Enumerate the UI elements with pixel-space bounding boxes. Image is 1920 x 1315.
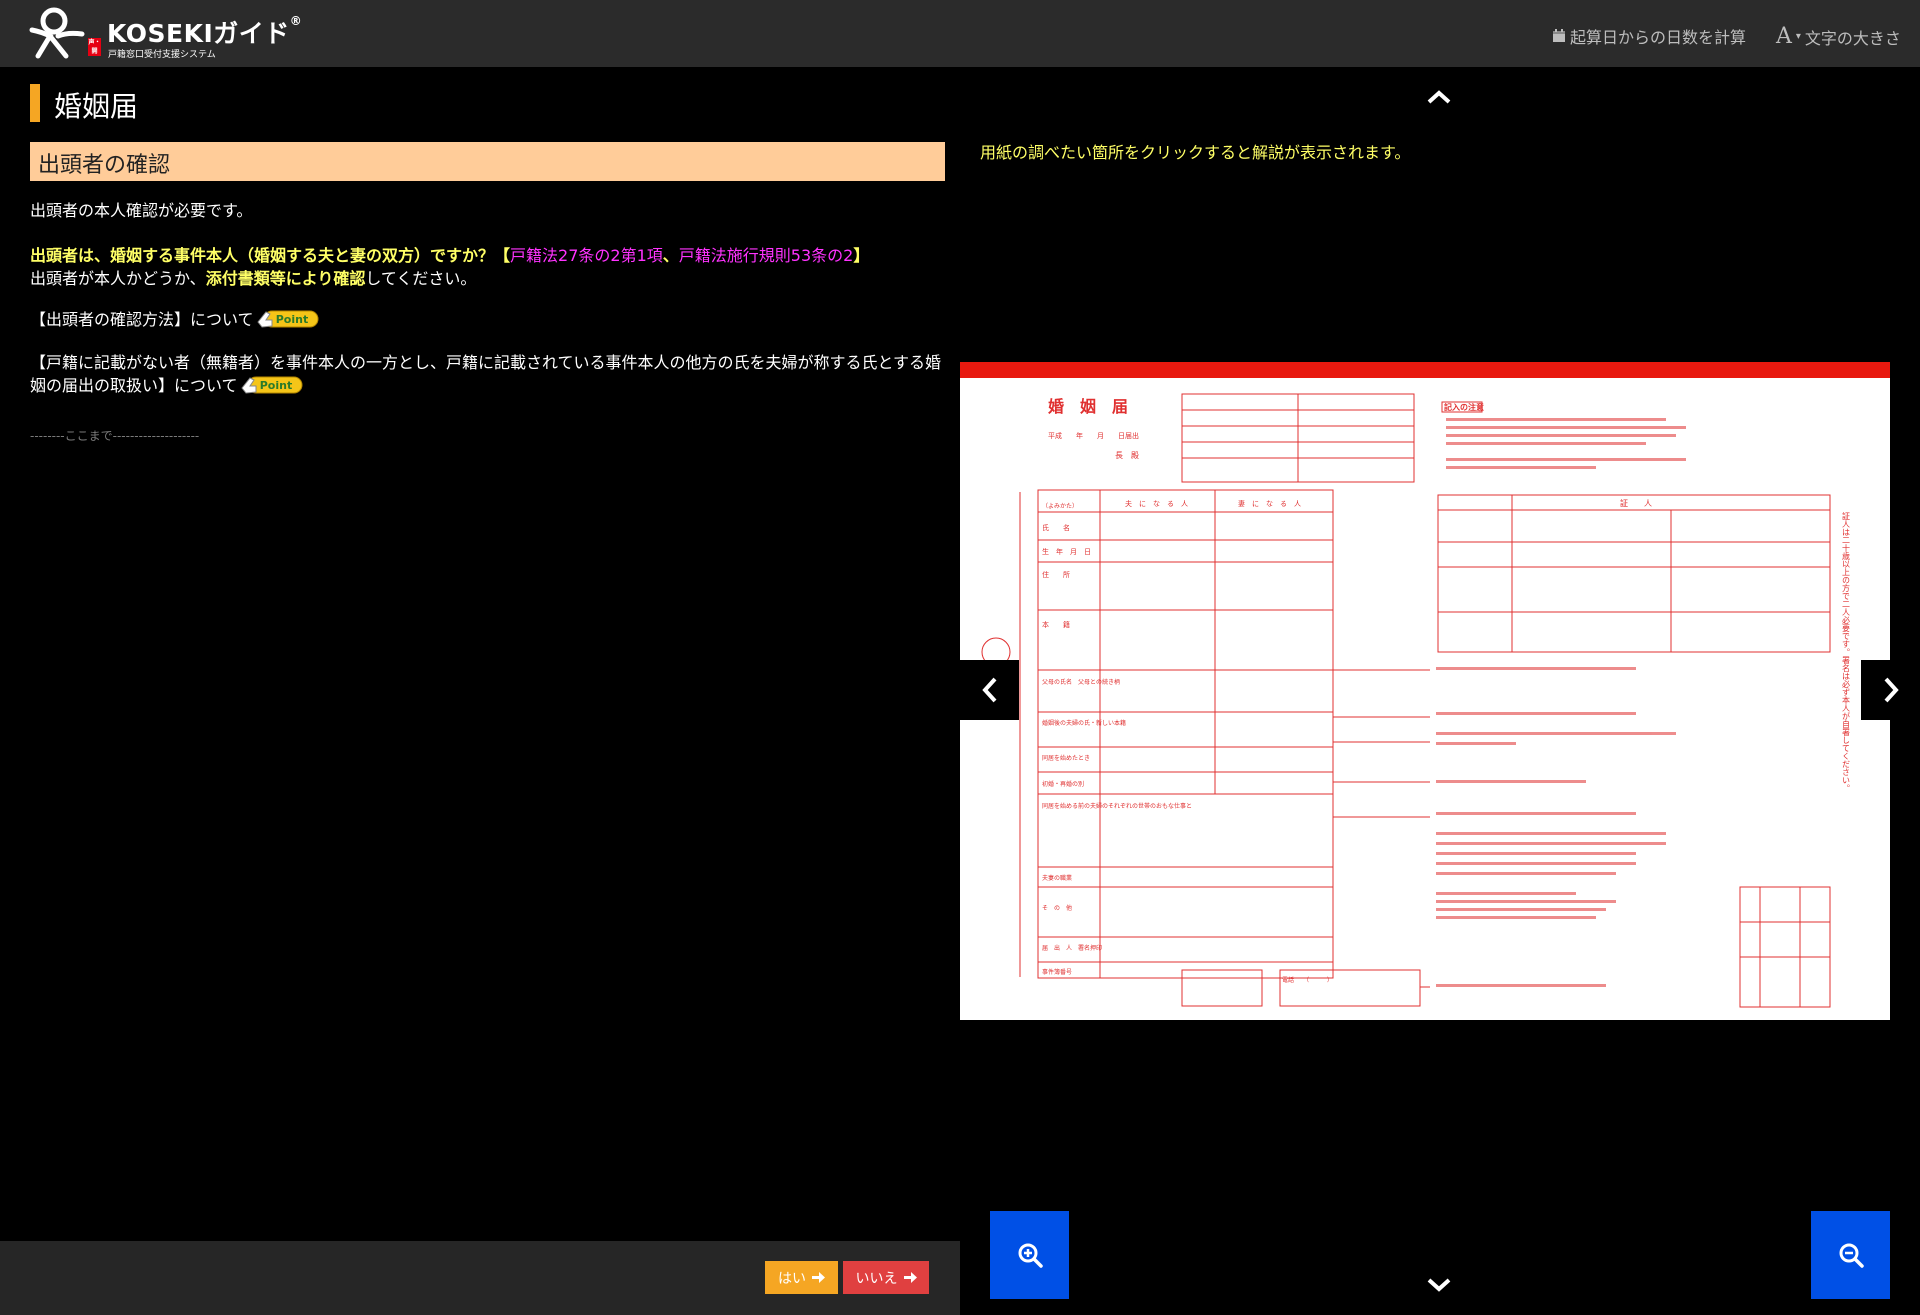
logo-mark-icon[interactable] [28,6,86,60]
question-text: 出頭者は、婚姻する事件本人（婚姻する夫と妻の双方）ですか？【戸籍法27条の2第1… [30,246,870,265]
identity-check-text: 出頭者の本人確認が必要です。 [30,201,253,220]
svg-text:初婚・再婚の別: 初婚・再婚の別 [1042,780,1084,788]
viewer-hint: 用紙の調べたい箇所をクリックすると解説が表示されます。 [980,143,1411,162]
zoom-out-button[interactable] [1811,1211,1890,1299]
svg-text:妻 に な る 人: 妻 に な る 人 [1238,499,1301,508]
svg-text:事件簿番号: 事件簿番号 [1042,968,1072,976]
next-page-button[interactable] [1861,660,1920,720]
end-marker: --------ここまで-------------------- [30,429,200,443]
page-title: 婚姻届 [54,90,139,123]
svg-text:生 年 月 日: 生 年 月 日 [1042,547,1091,556]
svg-text:Point: Point [259,379,291,392]
point-button-mukoseki[interactable]: Point [240,374,303,395]
marriage-form-drawing[interactable]: 婚 姻 届 平成 年 月 日届出 長 殿 記入の注意 証 人 夫 に な る 人… [960,362,1890,1020]
svg-text:証 人: 証 人 [1620,498,1652,508]
marriage-form-image[interactable]: 婚 姻 届 平成 年 月 日届出 長 殿 記入の注意 証 人 夫 に な る 人… [960,362,1890,1020]
font-size-toggle[interactable]: A ▾ 文字の大きさ [1776,24,1901,49]
chevron-right-icon [1884,677,1899,703]
title-accent-bar [30,84,40,122]
chevron-left-icon [981,677,996,703]
svg-text:同居を始める前の夫婦のそれぞれの世帯のおもな仕事と: 同居を始める前の夫婦のそれぞれの世帯のおもな仕事と [1042,802,1192,810]
mukoseki-row: 【戸籍に記載がない者（無籍者）を事件本人の一方とし、戸籍に記載されている事件本人… [30,351,945,397]
zoom-in-icon [1018,1243,1043,1268]
app-header: 声・開 KOSEKIガイド® 戸籍窓口受付支援システム 起算日からの日数を計算 … [0,0,1920,67]
law-link-rule-53-2[interactable]: 戸籍法施行規則53条の2 [679,246,854,265]
svg-text:夫妻の職業: 夫妻の職業 [1042,874,1072,882]
svg-text:電話 （ ）: 電話 （ ） [1282,976,1333,984]
scroll-up-button[interactable] [1409,67,1469,127]
zoom-in-button[interactable] [990,1211,1069,1299]
calendar-icon [1553,29,1565,42]
section-heading: 出頭者の確認 [30,142,945,181]
svg-text:婚姻後の夫婦の氏・新しい本籍: 婚姻後の夫婦の氏・新しい本籍 [1042,719,1126,727]
point-button-method[interactable]: Point [256,308,319,329]
method-row: 【出頭者の確認方法】について Point [30,308,945,331]
arrow-right-icon [903,1272,917,1283]
no-button[interactable]: いいえ [843,1261,929,1294]
calc-days-link[interactable]: 起算日からの日数を計算 [1552,24,1746,48]
logo-badge: 声・開 [88,38,101,56]
scroll-down-button[interactable] [1409,1255,1469,1315]
font-size-letter: A [1776,24,1792,49]
chevron-up-icon [1427,90,1451,104]
confirm-instruction: 出頭者が本人かどうか、添付書類等により確認してください。 [30,269,477,288]
caret-down-icon: ▾ [1795,31,1801,42]
logo-subtitle: 戸籍窓口受付支援システム [108,50,216,60]
form-title-text: 婚 姻 届 [1048,397,1128,416]
guide-panel: 婚姻届 出頭者の確認 出頭者の本人確認が必要です。 出頭者は、婚姻する事件本人（… [0,67,960,1241]
yes-button[interactable]: はい [765,1261,838,1294]
svg-text:長 殿: 長 殿 [1115,451,1139,460]
svg-text:届 出 人 署名押印: 届 出 人 署名押印 [1042,944,1102,952]
svg-text:氏 名: 氏 名 [1042,523,1070,532]
svg-text:父母の氏名 父母との続き柄: 父母の氏名 父母との続き柄 [1042,678,1120,686]
svg-text:同居を始めたとき: 同居を始めたとき [1042,754,1090,762]
prev-page-button[interactable] [960,660,1019,720]
answer-bar: はい いいえ [0,1241,960,1315]
svg-text:Point: Point [275,313,307,326]
svg-text:本 籍: 本 籍 [1042,620,1070,629]
calc-days-label: 起算日からの日数を計算 [1570,28,1747,47]
method-label: 【出頭者の確認方法】について [30,310,254,329]
svg-text:平成 年 月 日届出: 平成 年 月 日届出 [1048,431,1139,440]
svg-text:そ の 他: そ の 他 [1042,904,1072,912]
svg-text:記入の注意: 記入の注意 [1444,402,1484,412]
mukoseki-label: 【戸籍に記載がない者（無籍者）を事件本人の一方とし、戸籍に記載されている事件本人… [30,353,942,395]
svg-text:夫 に な る 人: 夫 に な る 人 [1125,499,1188,508]
chevron-down-icon [1427,1278,1451,1292]
svg-text:証人は二十歳以上の方で二人必要です。署名は必ず本人が自署して: 証人は二十歳以上の方で二人必要です。署名は必ず本人が自署してください。 [1842,511,1851,792]
arrow-right-icon [812,1272,825,1283]
svg-text:住 所: 住 所 [1042,570,1070,579]
guide-content: 出頭者の本人確認が必要です。 出頭者は、婚姻する事件本人（婚姻する夫と妻の双方）… [30,199,945,448]
zoom-out-icon [1839,1243,1864,1268]
svg-text:（よみかた）: （よみかた） [1042,503,1078,510]
font-size-label: 文字の大きさ [1804,28,1901,48]
law-link-koseki-27-2[interactable]: 戸籍法27条の2第1項 [510,246,663,265]
logo-text[interactable]: KOSEKIガイド® [107,14,302,50]
